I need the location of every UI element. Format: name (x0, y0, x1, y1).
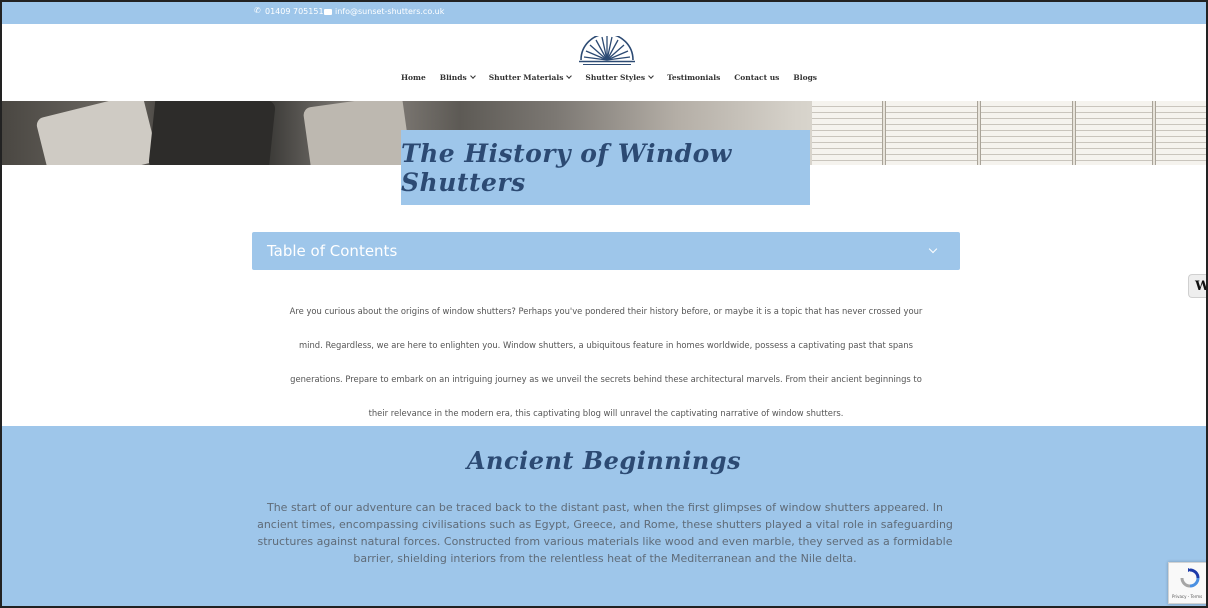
email-link[interactable]: info@sunset-shutters.co.uk (324, 7, 444, 16)
section-heading: Ancient Beginnings (466, 446, 742, 475)
recaptcha-privacy-terms[interactable]: Privacy - Terms (1172, 594, 1202, 599)
section-line: The start of our adventure can be traced… (266, 501, 944, 514)
nav-blogs[interactable]: Blogs (793, 73, 817, 82)
nav-testimonials[interactable]: Testimonials (667, 73, 720, 82)
recaptcha-icon (1180, 568, 1200, 588)
nav-shutter-styles-label: Shutter Styles (585, 73, 646, 82)
nav-shutter-materials[interactable]: Shutter Materials (488, 73, 573, 82)
nav-contact-us[interactable]: Contact us (734, 73, 779, 82)
intro-line: Are you curious about the origins of win… (289, 306, 923, 316)
site-header: Home Blinds Shutter Materials Shutter St… (2, 24, 1206, 102)
sunset-logo-icon[interactable] (577, 36, 637, 66)
hero-cushion-shape (35, 101, 159, 165)
hero-shutter-frame (1072, 101, 1076, 165)
intro-line: generations. Prepare to embark on an int… (290, 374, 922, 384)
nav-contact-us-label: Contact us (734, 73, 780, 82)
top-contact-bar: 01409 705151 info@sunset-shutters.co.uk (2, 2, 1206, 24)
mail-icon (324, 8, 332, 15)
hero-cushion-shape (148, 101, 276, 165)
chevron-down-icon (648, 73, 654, 79)
nav-blogs-label: Blogs (793, 73, 818, 82)
phone-number: 01409 705151 (265, 7, 324, 16)
chevron-down-icon (566, 73, 573, 79)
intro-line: their relevance in the modern era, this … (368, 408, 844, 418)
hero-shutter-frame (977, 101, 981, 165)
phone-link[interactable]: 01409 705151 (254, 6, 324, 16)
nav-testimonials-label: Testimonials (667, 73, 721, 82)
section-line: ancient times, encompassing civilisation… (257, 518, 953, 531)
page-title-box: The History of Window Shutters (401, 130, 810, 205)
email-address: info@sunset-shutters.co.uk (335, 7, 445, 16)
side-widget-label: W (1195, 279, 1208, 294)
section-body: The start of our adventure can be traced… (250, 499, 960, 567)
section-line: structures against natural forces. Const… (257, 535, 953, 548)
nav-shutter-styles[interactable]: Shutter Styles (585, 73, 654, 82)
main-nav: Home Blinds Shutter Materials Shutter St… (2, 73, 1206, 82)
ancient-beginnings-section: Ancient Beginnings The start of our adve… (2, 426, 1206, 606)
toc-title: Table of Contents (267, 242, 398, 260)
nav-home[interactable]: Home (401, 73, 426, 82)
chevron-down-icon (928, 244, 938, 254)
nav-home-label: Home (400, 73, 426, 82)
intro-line: mind. Regardless, we are here to enlight… (299, 340, 913, 350)
nav-shutter-materials-label: Shutter Materials (488, 73, 564, 82)
nav-blinds-label: Blinds (439, 73, 467, 82)
side-widget-tab[interactable]: W (1188, 274, 1208, 298)
section-line: barrier, shielding interiors from the re… (353, 552, 857, 565)
hero-shutter-louvres (812, 101, 1206, 165)
nav-blinds[interactable]: Blinds (439, 73, 476, 82)
chevron-down-icon (469, 73, 476, 79)
page-title: The History of Window Shutters (401, 138, 732, 197)
hero-shutter-frame (1152, 101, 1156, 165)
phone-icon (254, 6, 262, 15)
hero-shutter-frame (882, 101, 886, 165)
hero-cushion-shape (302, 101, 412, 165)
intro-paragraph: Are you curious about the origins of win… (250, 294, 962, 430)
table-of-contents-toggle[interactable]: Table of Contents (252, 232, 960, 270)
recaptcha-badge[interactable]: Privacy - Terms (1168, 562, 1208, 604)
